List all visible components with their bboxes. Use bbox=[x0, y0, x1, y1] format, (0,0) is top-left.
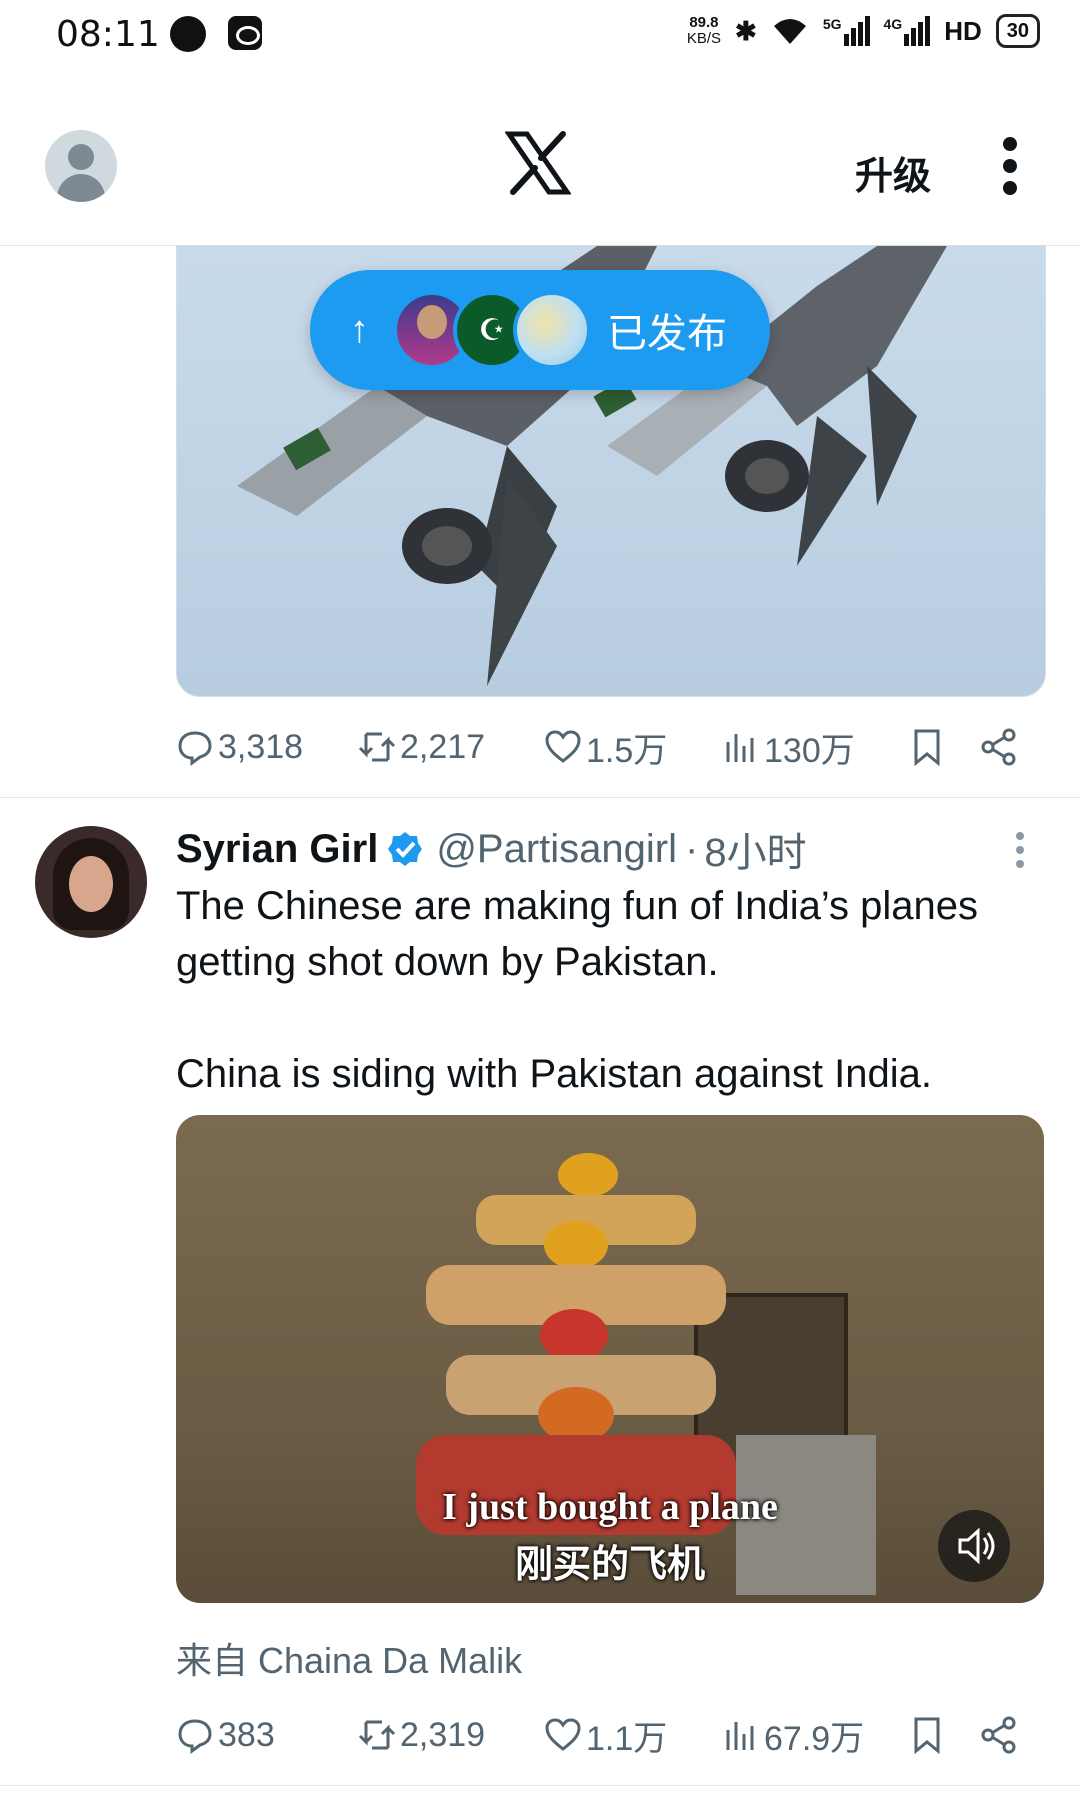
tweet-text-line: China is siding with Pakistan against In… bbox=[176, 1052, 932, 1096]
posted-banner[interactable]: ↑ ☪ 已发布 bbox=[310, 270, 770, 390]
reply-icon bbox=[178, 1719, 212, 1754]
views-count: 67.9万 bbox=[764, 1719, 865, 1758]
tweet1-actions: 3,318 2,217 1.5万 130万 bbox=[176, 717, 1036, 777]
retweet-button[interactable]: 2,217 bbox=[358, 728, 544, 767]
bookmark-icon[interactable] bbox=[908, 1716, 946, 1754]
top-header: 升级 bbox=[0, 100, 1080, 246]
reply-icon bbox=[178, 731, 212, 766]
banner-avatars: ☪ bbox=[393, 291, 591, 369]
tweet-video[interactable]: I just bought a plane 刚买的飞机 bbox=[176, 1115, 1044, 1603]
tweet-author-avatar[interactable] bbox=[35, 826, 147, 938]
tweet-time: 8小时 bbox=[704, 831, 807, 875]
like-button[interactable]: 1.1万 bbox=[544, 1711, 722, 1760]
reply-button[interactable]: 3,318 bbox=[176, 728, 358, 767]
video-source-label[interactable]: 来自 Chaina Da Malik bbox=[176, 1632, 522, 1684]
notification-bubble-icon bbox=[170, 16, 206, 52]
bluetooth-icon: ✱ bbox=[735, 15, 757, 46]
video-subtitle-en: I just bought a plane bbox=[442, 1486, 778, 1528]
share-icon[interactable] bbox=[980, 1716, 1018, 1754]
meta-separator: · bbox=[685, 826, 699, 871]
profile-avatar-icon[interactable] bbox=[45, 130, 117, 202]
status-bar: 08:11 89.8 KB/S ✱ 5G 4G HD 30 bbox=[0, 0, 1080, 70]
views-icon bbox=[726, 734, 754, 762]
share-icon[interactable] bbox=[980, 728, 1018, 766]
hd-indicator: HD bbox=[944, 15, 982, 46]
author-name[interactable]: Syrian Girl bbox=[176, 827, 378, 872]
tweet-more-icon[interactable] bbox=[1014, 830, 1026, 870]
banner-label: 已发布 bbox=[607, 312, 727, 356]
heart-icon bbox=[545, 1718, 581, 1751]
net-speed: 89.8 KB/S bbox=[686, 14, 722, 47]
signal-5g: 5G bbox=[823, 16, 870, 46]
tweet-text: The Chinese are making fun of India’s pl… bbox=[176, 878, 1036, 1102]
retweet-icon bbox=[358, 1720, 396, 1750]
banner-avatar bbox=[513, 291, 591, 369]
battery-icon: 30 bbox=[995, 14, 1040, 48]
video-frame bbox=[416, 1153, 876, 1595]
reply-count: 383 bbox=[218, 1715, 275, 1754]
verified-badge-icon bbox=[388, 832, 423, 866]
like-count: 1.5万 bbox=[586, 731, 668, 770]
like-count: 1.1万 bbox=[586, 1719, 668, 1758]
tweet-divider bbox=[0, 1785, 1080, 1786]
status-time: 08:11 bbox=[56, 14, 160, 55]
retweet-button[interactable]: 2,319 bbox=[358, 1716, 544, 1755]
views-button[interactable]: 67.9万 bbox=[722, 1711, 904, 1760]
wifi-icon bbox=[773, 19, 806, 44]
signal-4g: 4G bbox=[884, 16, 931, 46]
bookmark-icon[interactable] bbox=[908, 728, 946, 766]
retweet-count: 2,217 bbox=[400, 727, 486, 766]
tweet-divider bbox=[0, 797, 1080, 798]
like-button[interactable]: 1.5万 bbox=[544, 723, 722, 772]
retweet-icon bbox=[358, 732, 396, 762]
more-vertical-icon[interactable] bbox=[1000, 136, 1020, 196]
views-icon bbox=[726, 1722, 754, 1750]
tweet-text-line: The Chinese are making fun of India’s pl… bbox=[176, 884, 978, 984]
upgrade-button[interactable]: 升级 bbox=[855, 145, 931, 200]
tweet-header: Syrian Girl @Partisangirl · 8小时 bbox=[176, 820, 807, 878]
status-indicators: 89.8 KB/S ✱ 5G 4G HD 30 bbox=[687, 14, 1040, 48]
video-subtitle-zh: 刚买的飞机 bbox=[514, 1542, 705, 1586]
views-count: 130万 bbox=[764, 731, 855, 770]
speaker-icon bbox=[958, 1527, 995, 1565]
views-button[interactable]: 130万 bbox=[722, 723, 904, 772]
reply-count: 3,318 bbox=[218, 727, 304, 766]
tweet2-actions: 383 2,319 1.1万 67.9万 bbox=[176, 1705, 1036, 1765]
sound-toggle-button[interactable] bbox=[938, 1510, 1010, 1582]
x-logo-icon[interactable] bbox=[505, 130, 571, 196]
author-handle[interactable]: @Partisangirl bbox=[436, 827, 677, 872]
heart-icon bbox=[545, 730, 581, 763]
retweet-count: 2,319 bbox=[400, 1715, 486, 1754]
arrow-up-icon: ↑ bbox=[350, 308, 369, 351]
weibo-icon bbox=[228, 16, 262, 50]
reply-button[interactable]: 383 bbox=[176, 1716, 358, 1755]
